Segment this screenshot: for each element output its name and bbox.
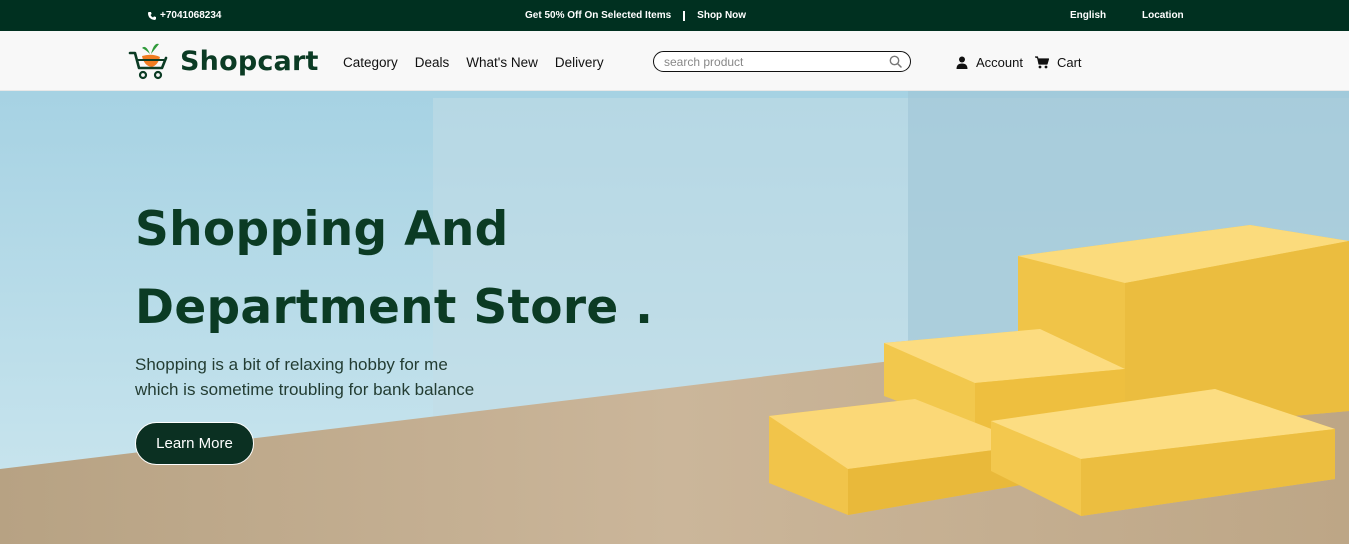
hero-title: Shopping And Department Store . bbox=[135, 191, 653, 347]
search-icon[interactable] bbox=[889, 55, 902, 68]
learn-more-button[interactable]: Learn More bbox=[135, 422, 254, 465]
brand-logo[interactable]: Shopcart bbox=[128, 40, 319, 82]
cart-logo-icon bbox=[128, 43, 168, 80]
account-cart-group: Account Cart bbox=[956, 55, 1094, 70]
hero-banner: Shopping And Department Store . Shopping… bbox=[0, 91, 1349, 544]
cart-button[interactable]: Cart bbox=[1034, 55, 1082, 70]
brand-name: Shopcart bbox=[180, 45, 319, 77]
hero-title-line1: Shopping And bbox=[135, 202, 509, 257]
nav-item-deals[interactable]: Deals bbox=[415, 55, 450, 70]
phone-icon bbox=[148, 11, 156, 20]
promo-divider bbox=[683, 10, 686, 21]
top-bar: +7041068234 Get 50% Off On Selected Item… bbox=[0, 0, 1349, 31]
cart-icon bbox=[1034, 56, 1049, 69]
nav-item-whats-new[interactable]: What's New bbox=[466, 55, 538, 70]
main-header: Shopcart Category Deals What's New Deliv… bbox=[0, 31, 1349, 91]
phone-number: +7041068234 bbox=[160, 10, 222, 21]
shop-now-link[interactable]: Shop Now bbox=[697, 10, 746, 21]
search-input[interactable] bbox=[664, 54, 889, 69]
user-icon bbox=[956, 56, 968, 69]
account-button[interactable]: Account bbox=[956, 55, 1023, 70]
hero-subtitle-line1: Shopping is a bit of relaxing hobby for … bbox=[135, 355, 448, 374]
promo-banner: Get 50% Off On Selected Items Shop Now bbox=[525, 10, 746, 21]
search-box bbox=[653, 51, 911, 72]
nav-item-category[interactable]: Category bbox=[343, 55, 398, 70]
promo-text: Get 50% Off On Selected Items bbox=[525, 10, 672, 21]
language-selector[interactable]: English bbox=[1070, 10, 1106, 21]
main-nav: Category Deals What's New Delivery bbox=[343, 55, 604, 70]
hero-subtitle-line2: which is sometime troubling for bank bal… bbox=[135, 380, 475, 399]
phone-contact[interactable]: +7041068234 bbox=[147, 10, 221, 21]
account-label: Account bbox=[976, 55, 1023, 70]
hero-title-line2: Department Store . bbox=[135, 280, 654, 335]
nav-item-delivery[interactable]: Delivery bbox=[555, 55, 604, 70]
hero-subtitle: Shopping is a bit of relaxing hobby for … bbox=[135, 352, 555, 402]
cart-label: Cart bbox=[1056, 55, 1082, 70]
location-selector[interactable]: Location bbox=[1142, 10, 1184, 21]
